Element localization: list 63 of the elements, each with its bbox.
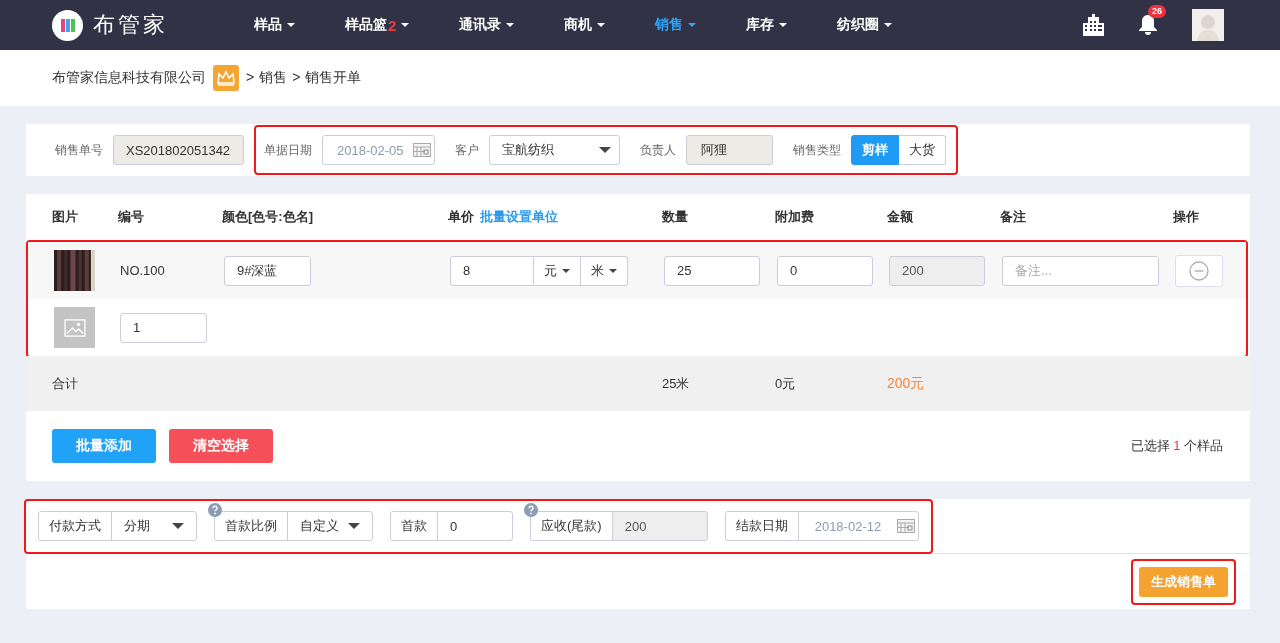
payment-dropdown[interactable]: 自定义 [288,512,372,540]
breadcrumb-separator: > [292,69,301,87]
extra-fee-field[interactable]: 0 [777,255,873,286]
nav-menu-item[interactable]: 通讯录 [459,16,515,34]
column-header: 金额 [887,208,913,226]
quantity-field[interactable]: 25 [664,255,760,286]
field-label: 客户 [455,141,479,159]
customer-dropdown[interactable]: 宝航纺织 [489,135,620,165]
price-field[interactable]: 8 [450,255,534,286]
caret-icon [562,268,570,273]
total-value: 25米 [662,374,690,393]
nav-menu-item[interactable]: 样品篮2 [345,16,410,34]
nav-menu-item[interactable]: 商机 [564,16,606,34]
field-label: 付款方式 [39,512,112,540]
column-header: 颜色[色号:色名] [222,208,313,226]
total-value: 0元 [775,374,796,393]
field-label: 销售单号 [55,141,103,159]
sale-type-toggle[interactable]: 大货 [899,135,946,165]
column-header: 数量 [662,208,688,226]
column-header: 单价 [448,208,474,226]
logo-icon[interactable] [52,9,83,41]
building-icon[interactable] [1082,14,1104,36]
column-header: 图片 [52,208,78,226]
payment-dropdown[interactable]: 分期 [112,512,196,540]
minus-circle-icon[interactable] [1189,260,1209,281]
field-label: 负责人 [640,141,676,159]
unit-dropdown[interactable]: 米 [581,255,628,286]
owner-field[interactable]: 阿狸 [686,135,773,165]
help-icon[interactable] [524,503,538,517]
nav-menu-item[interactable]: 样品 [254,16,295,34]
caret-icon [609,268,617,273]
calendar-icon[interactable] [413,143,431,157]
caret-icon [599,147,611,153]
help-icon[interactable] [208,503,222,517]
item-code: NO.100 [120,263,165,278]
field-label: 单据日期 [264,141,312,159]
currency-dropdown[interactable]: 元 [534,255,581,286]
column-header: 附加费 [775,208,814,226]
selection-summary: 已选择 1 个样品 [1130,437,1223,455]
column-header: 操作 [1173,208,1199,226]
breadcrumb-link[interactable]: 销售 [259,69,288,87]
caret-icon [172,523,184,529]
total-label: 合计 [52,374,78,393]
caret-icon [348,523,360,529]
remove-button[interactable] [1175,254,1223,287]
breadcrumb-separator: > [246,69,255,87]
image-placeholder-icon [54,307,95,348]
order-number-field[interactable]: XS201802051342 [113,135,244,165]
notification-count: 26 [1148,5,1166,18]
nav-menu-item[interactable]: 销售 [655,16,697,34]
nav-menu-item[interactable]: 库存 [746,16,788,34]
code-field[interactable]: 1 [120,312,207,343]
color-field[interactable]: 9#深蓝 [224,255,311,286]
total-value: 200元 [887,374,925,393]
amount-field[interactable]: 200 [889,255,985,286]
nav-menu-item[interactable]: 纺织圈 [837,16,893,34]
column-header: 编号 [118,208,144,226]
crown-icon [213,65,239,91]
company-name[interactable]: 布管家信息科技有限公司 [52,69,206,87]
field-label: 销售类型 [793,141,841,159]
column-header: 备注 [1000,208,1026,226]
brand-name[interactable]: 布管家 [93,10,168,40]
notification-bell-icon[interactable] [1138,14,1158,36]
